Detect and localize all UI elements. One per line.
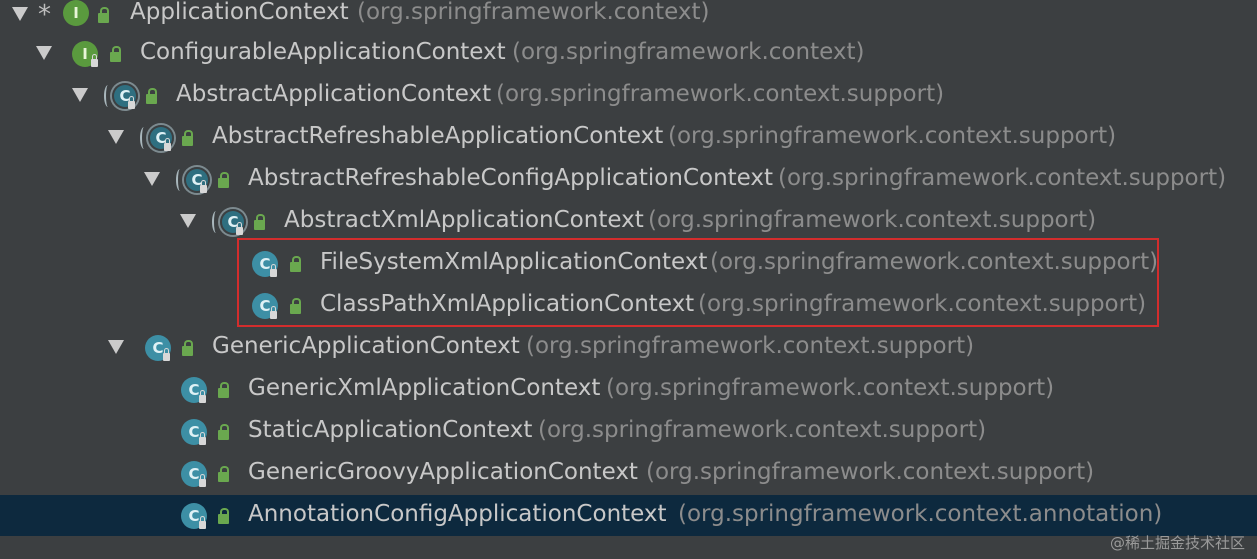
node-package: (org.springframework.context.support) <box>648 207 1097 233</box>
public-lock-icon <box>146 88 157 104</box>
tree-row-static-application-context[interactable]: C StaticApplicationContext (org.springfr… <box>0 411 1257 453</box>
public-lock-icon <box>218 466 229 482</box>
final-mark-icon <box>128 96 135 109</box>
tree-row-generic-xml-application-context[interactable]: C GenericXmlApplicationContext (org.spri… <box>0 369 1257 411</box>
final-mark-icon <box>199 474 206 487</box>
node-name: GenericGroovyApplicationContext <box>248 459 638 485</box>
final-mark-icon <box>199 432 206 445</box>
node-name: AbstractApplicationContext <box>176 81 492 107</box>
final-mark-icon <box>91 54 98 67</box>
node-package: (org.springframework.context) <box>512 39 865 65</box>
public-lock-icon <box>218 508 229 524</box>
public-lock-icon <box>98 7 109 23</box>
chevron-down-icon[interactable] <box>12 7 28 21</box>
tree-row-application-context[interactable]: * I ApplicationContext (org.springframew… <box>0 0 1257 30</box>
node-package: (org.springframework.context.support) <box>778 165 1227 191</box>
node-name: AbstractRefreshableConfigApplicationCont… <box>248 165 774 191</box>
final-mark-icon <box>199 390 206 403</box>
final-mark-icon <box>163 348 170 361</box>
tree-row-abstract-xml-application-context[interactable]: C AbstractXmlApplicationContext (org.spr… <box>0 201 1257 243</box>
focus-marker: * <box>38 0 51 30</box>
public-lock-icon <box>110 46 121 62</box>
node-name: AnnotationConfigApplicationContext <box>248 501 667 527</box>
chevron-down-icon[interactable] <box>72 88 88 102</box>
chevron-down-icon[interactable] <box>36 46 52 60</box>
final-mark-icon <box>200 180 207 193</box>
public-lock-icon <box>182 340 193 356</box>
chevron-down-icon[interactable] <box>144 172 160 186</box>
node-name: GenericXmlApplicationContext <box>248 375 601 401</box>
node-name: GenericApplicationContext <box>212 333 520 359</box>
tree-row-generic-application-context[interactable]: C GenericApplicationContext (org.springf… <box>0 327 1257 369</box>
node-package: (org.springframework.context.support) <box>526 333 975 359</box>
highlight-annotation-box <box>237 238 1159 327</box>
chevron-down-icon[interactable] <box>180 214 196 228</box>
type-hierarchy-tree: * I ApplicationContext (org.springframew… <box>0 0 1257 559</box>
tree-row-configurable-application-context[interactable]: I ConfigurableApplicationContext (org.sp… <box>0 33 1257 75</box>
interface-icon: I <box>63 0 89 26</box>
chevron-down-icon[interactable] <box>108 130 124 144</box>
node-package: (org.springframework.context.annotation) <box>678 501 1163 527</box>
tree-row-generic-groovy-application-context[interactable]: C GenericGroovyApplicationContext (org.s… <box>0 453 1257 495</box>
node-name: AbstractRefreshableApplicationContext <box>212 123 664 149</box>
node-package: (org.springframework.context.support) <box>538 417 987 443</box>
node-name: StaticApplicationContext <box>248 417 533 443</box>
node-package: (org.springframework.context.support) <box>606 375 1055 401</box>
final-mark-icon <box>164 138 171 151</box>
public-lock-icon <box>218 424 229 440</box>
public-lock-icon <box>218 172 229 188</box>
tree-row-abstract-refreshable-config-application-context[interactable]: C AbstractRefreshableConfigApplicationCo… <box>0 159 1257 201</box>
final-mark-icon <box>199 516 206 529</box>
public-lock-icon <box>182 130 193 146</box>
node-package: (org.springframework.context) <box>357 0 710 25</box>
tree-row-annotation-config-application-context[interactable]: C AnnotationConfigApplicationContext (or… <box>0 495 1257 536</box>
public-lock-icon <box>218 382 229 398</box>
chevron-down-icon[interactable] <box>108 340 124 354</box>
node-package: (org.springframework.context.support) <box>646 459 1095 485</box>
tree-row-abstract-refreshable-application-context[interactable]: C AbstractRefreshableApplicationContext … <box>0 117 1257 159</box>
node-name: AbstractXmlApplicationContext <box>284 207 644 233</box>
public-lock-icon <box>254 214 265 230</box>
node-package: (org.springframework.context.support) <box>668 123 1117 149</box>
tree-row-abstract-application-context[interactable]: C AbstractApplicationContext (org.spring… <box>0 75 1257 117</box>
watermark-text: @稀土掘金技术社区 <box>1109 534 1245 552</box>
node-package: (org.springframework.context.support) <box>496 81 945 107</box>
node-name: ApplicationContext <box>130 0 349 25</box>
final-mark-icon <box>236 222 243 235</box>
node-name: ConfigurableApplicationContext <box>140 39 506 65</box>
